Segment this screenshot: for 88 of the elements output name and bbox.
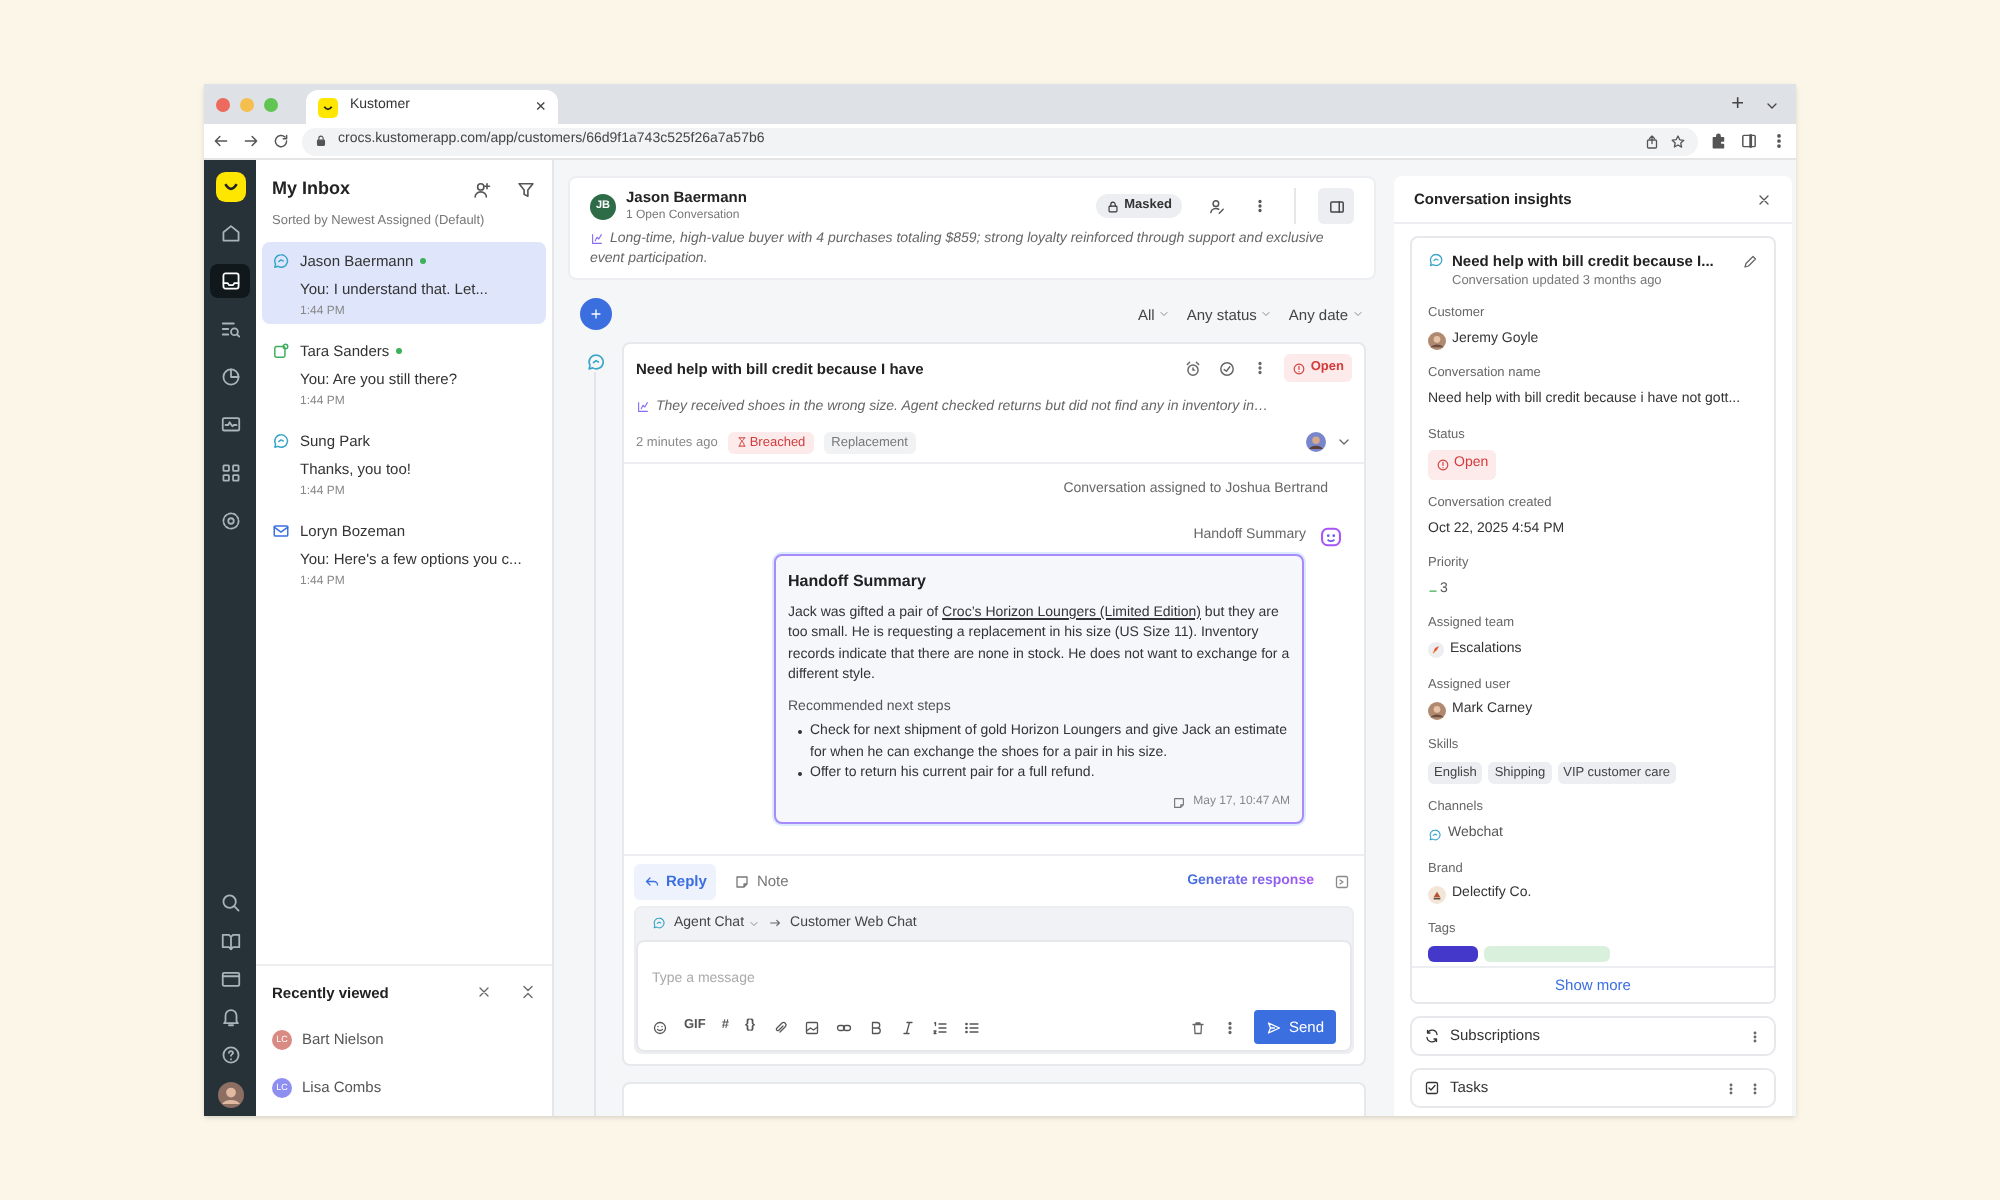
side-panel-icon[interactable] <box>1740 132 1758 150</box>
settings-icon <box>219 510 241 532</box>
monitor-icon <box>219 414 241 436</box>
sparkle-icon <box>590 231 604 246</box>
chat-icon <box>272 432 290 451</box>
refresh-icon <box>1424 1028 1440 1044</box>
avatar[interactable] <box>217 1082 243 1108</box>
more-icon[interactable] <box>1748 1081 1762 1095</box>
panel-title: My Inbox <box>272 176 353 202</box>
bell-icon[interactable] <box>219 1006 241 1028</box>
close-icon[interactable] <box>1756 191 1772 207</box>
chat-icon <box>1428 252 1444 268</box>
collapse-icon[interactable] <box>520 984 536 1001</box>
folder-icon[interactable] <box>219 968 241 990</box>
list-search-icon <box>219 318 241 340</box>
share-icon[interactable] <box>1644 133 1660 149</box>
chevron-down-icon <box>1352 308 1364 321</box>
side-panel-icon <box>1327 197 1345 216</box>
plus-icon <box>588 306 604 323</box>
add-user-icon[interactable] <box>472 179 492 200</box>
chat-icon <box>652 916 666 931</box>
italic-icon[interactable] <box>899 1019 916 1036</box>
reply-icon <box>644 873 660 890</box>
emoji-icon[interactable] <box>652 1019 668 1036</box>
rocket-icon <box>1428 642 1444 659</box>
alert-icon <box>1292 361 1307 376</box>
pencil-icon[interactable] <box>1742 254 1758 270</box>
bullet-list-icon[interactable] <box>963 1019 980 1036</box>
snooze-clock-icon[interactable] <box>1184 359 1203 378</box>
user-edit-icon[interactable] <box>1208 197 1226 216</box>
arrow-right-icon <box>768 916 783 931</box>
star-icon[interactable] <box>1670 133 1686 149</box>
chat-icon <box>272 252 290 271</box>
inbox-icon <box>219 270 241 292</box>
chevron-down-icon <box>748 917 761 930</box>
close-icon[interactable] <box>476 984 492 1001</box>
send-icon <box>1266 1019 1283 1036</box>
lock-icon <box>1106 199 1121 214</box>
tab-close[interactable]: × <box>535 98 546 116</box>
alert-icon <box>1436 458 1450 472</box>
trash-icon[interactable] <box>1190 1019 1207 1036</box>
book-icon[interactable] <box>219 930 241 952</box>
paperclip-icon[interactable] <box>771 1019 788 1036</box>
add-button[interactable] <box>580 298 612 331</box>
note-icon <box>1171 795 1186 810</box>
new-tab[interactable]: + <box>1731 94 1744 116</box>
puzzle-icon[interactable] <box>1710 132 1728 150</box>
avatar <box>1428 702 1446 720</box>
mail-icon <box>272 522 290 541</box>
panel-toggle-button[interactable] <box>1318 188 1354 225</box>
smile-logo-icon[interactable] <box>215 172 245 202</box>
message-icon <box>272 342 290 361</box>
smile-logo-icon <box>318 97 338 117</box>
more-icon[interactable] <box>1748 1029 1762 1043</box>
note-icon <box>734 873 751 890</box>
chevron-down-icon <box>1260 308 1273 321</box>
sparkle-icon <box>636 399 650 414</box>
hourglass-icon <box>735 436 748 449</box>
help-icon[interactable] <box>219 1044 241 1066</box>
priority-dash-icon <box>1428 585 1438 595</box>
back-icon[interactable] <box>212 132 230 150</box>
image-icon[interactable] <box>803 1019 820 1036</box>
reload-icon[interactable] <box>272 132 290 150</box>
grid-icon <box>219 462 241 484</box>
filter-icon[interactable] <box>516 179 536 200</box>
chevron-down-icon[interactable] <box>1764 98 1780 114</box>
card-title: Handoff Summary <box>788 569 928 594</box>
pie-chart-icon <box>219 366 241 388</box>
expand-icon[interactable] <box>1334 873 1350 890</box>
chevron-down-icon <box>1158 308 1171 321</box>
avatar <box>1306 432 1326 453</box>
avatar <box>1428 331 1446 349</box>
chat-icon <box>585 352 605 373</box>
chat-icon <box>1428 827 1442 842</box>
more-icon[interactable] <box>1724 1081 1738 1095</box>
lock-icon <box>314 134 328 148</box>
bot-icon <box>1320 525 1342 548</box>
numbered-list-icon[interactable] <box>931 1019 948 1036</box>
home-icon <box>219 222 241 244</box>
brand-logo-icon <box>1428 886 1446 904</box>
more-icon[interactable] <box>1252 198 1268 215</box>
checkbox-icon <box>1424 1080 1440 1096</box>
forward-icon[interactable] <box>242 132 260 150</box>
search-icon[interactable] <box>219 892 241 914</box>
nav-item[interactable] <box>210 264 250 298</box>
bold-icon[interactable] <box>867 1019 884 1036</box>
check-circle-icon[interactable] <box>1218 359 1237 378</box>
link-icon[interactable] <box>835 1019 852 1036</box>
